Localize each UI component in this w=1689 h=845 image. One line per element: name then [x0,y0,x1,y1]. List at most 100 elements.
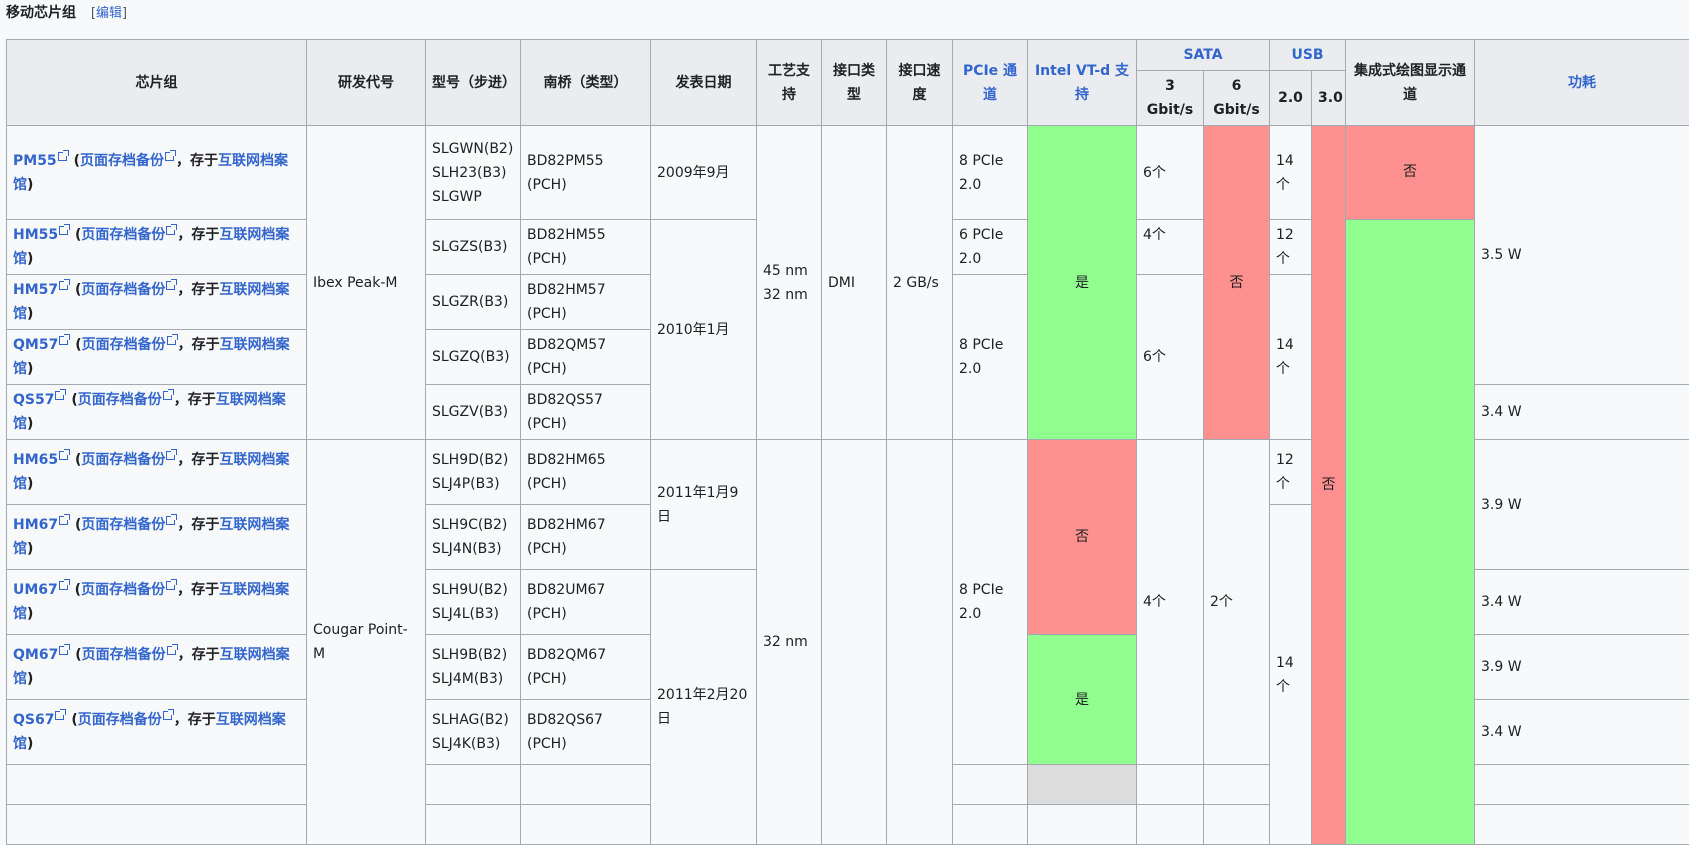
paren-close: ) [27,606,34,622]
stepping-item: SLH9D(B2) [432,452,509,468]
header-tdp: 功耗 [1474,39,1689,126]
external-link-icon [166,579,178,590]
usb2-cell: 14 个 [1269,274,1313,440]
chipset-link[interactable]: HM67 [13,517,58,533]
archive-link[interactable]: 页面存档备份 [82,337,166,353]
archive-link[interactable]: 页面存档备份 [78,712,162,728]
paren-close: ) [27,306,34,322]
archive-link[interactable]: 页面存档备份 [81,452,165,468]
header-usb-2: 2.0 [1269,70,1313,126]
model-cell: SLGZV(B3) [425,384,521,440]
header-process: 工艺支持 [756,39,822,126]
stepping-item: SLJ4K(B3) [432,736,501,752]
external-link-icon [59,279,71,290]
model-cell: SLHAG(B2) SLJ4K(B3) [425,699,521,765]
vtd-yes-cell-2: 是 [1027,634,1137,765]
chipset-link[interactable]: HM55 [13,227,58,243]
header-interface: 接口类型 [821,39,887,126]
southbridge-cell: BD82HM57 (PCH) [520,274,651,330]
tdp-cell: 3.4 W [1474,569,1689,635]
archive-link[interactable]: 页面存档备份 [81,282,165,298]
vtd-yes-cell: 是 [1027,125,1137,440]
chipset-link[interactable]: QM67 [13,647,58,663]
stepping-item: SLJ4M(B3) [432,671,504,687]
archive-sep: ，存于 [177,337,220,353]
southbridge-cell: BD82PM55 (PCH) [520,125,651,220]
southbridge-cell: BD82HM65 (PCH) [520,439,651,505]
header-sata: SATA [1135,39,1271,71]
archive-link[interactable]: 页面存档备份 [81,582,165,598]
southbridge-cell: BD82QS57 (PCH) [520,384,651,440]
edit-link[interactable]: 编辑 [96,6,122,21]
paren-close: ) [27,476,34,492]
stepping-item: SLH9U(B2) [432,582,508,598]
stepping-item: SLGZV(B3) [432,404,509,420]
chip-cell: UM67 (页面存档备份 ，存于互联网档案馆) [6,569,307,635]
archive-sep: ，存于 [173,392,216,408]
sata3-cell: 4个 [1136,439,1204,765]
date-cell: 2009年9月 [650,125,757,220]
header-chipset: 芯片组 [6,39,307,126]
chip-cell: HM65 (页面存档备份 ，存于互联网档案馆) [6,439,307,505]
external-link-icon [166,279,178,290]
archive-sep: ，存于 [177,227,220,243]
chipset-link[interactable]: QS57 [13,392,54,408]
southbridge-cell: BD82UM67 (PCH) [520,569,651,635]
chipset-link[interactable]: QS67 [13,712,54,728]
vtd-link[interactable]: Intel VT-d 支持 [1035,63,1129,103]
sata3-cell: 4个 [1136,219,1204,275]
tdp-link[interactable]: 功耗 [1568,75,1596,91]
tdp-cell-partial [1474,764,1689,805]
tdp-cell: 3.4 W [1474,699,1689,765]
model-cell: SLGZQ(B3) [425,329,521,385]
archive-sep: ，存于 [177,647,220,663]
external-link-icon [164,149,176,161]
chipset-link[interactable]: UM67 [13,582,58,598]
edit-bracket-close: ] [121,6,128,21]
archive-link[interactable]: 页面存档备份 [81,517,165,533]
chip-cell: HM67 (页面存档备份 ，存于互联网档案馆) [6,504,307,570]
archive-link[interactable]: 页面存档备份 [80,153,164,169]
usb-link[interactable]: USB [1291,47,1323,63]
stepping-item: SLJ4P(B3) [432,476,500,492]
usb2-cell: 12 个 [1269,219,1313,275]
pcie-cell: 8 PCIe 2.0 [952,125,1028,220]
pcie-cell: 6 PCIe 2.0 [952,219,1028,275]
header-usb: USB [1269,39,1347,71]
process-45: 45 nm [763,262,808,279]
paren-close: ) [27,541,34,557]
tdp-cell: 3.5 W [1474,125,1689,385]
sata-link[interactable]: SATA [1183,47,1222,63]
codename-cougar: Cougar Point-M [306,439,426,845]
southbridge-cell-partial [520,764,651,805]
external-link-icon [166,449,178,460]
igp-no-cell: 否 [1345,125,1476,220]
model-cell: SLH9B(B2) SLJ4M(B3) [425,634,521,700]
paren-close: ) [27,671,34,687]
archive-link[interactable]: 页面存档备份 [82,647,166,663]
stepping-item: SLJ4L(B3) [432,606,499,622]
tdp-cell: 3.4 W [1474,384,1689,440]
archive-link[interactable]: 页面存档备份 [78,392,162,408]
pcie-cell: 8 PCIe 2.0 [952,439,1028,765]
chipset-table: 芯片组 研发代号 型号（步进） 南桥（类型） 发表日期 工艺支持 接口类型 接口… [6,39,1689,845]
external-link-icon [162,709,174,720]
archive-sep: ，存于 [177,282,220,298]
chip-cell-partial-2 [6,804,307,845]
pcie-cell-partial-2 [952,804,1028,845]
pcie-link[interactable]: PCIe 通道 [963,63,1017,103]
sata3-cell-partial [1136,764,1204,805]
pcie-cell: 8 PCIe 2.0 [952,274,1028,440]
chipset-link[interactable]: HM57 [13,282,58,298]
stepping-item: SLGZS(B3) [432,239,508,255]
archive-sep: ，存于 [177,452,220,468]
speed-cell: 2 GB/s [886,125,953,440]
chipset-link[interactable]: HM65 [13,452,58,468]
chipset-link[interactable]: QM57 [13,337,58,353]
chipset-link[interactable]: PM55 [13,153,57,169]
archive-link[interactable]: 页面存档备份 [81,227,165,243]
paren-close: ) [27,176,34,193]
model-cell: SLH9C(B2) SLJ4N(B3) [425,504,521,570]
archive-sep: ，存于 [175,152,218,169]
header-codename: 研发代号 [306,39,426,126]
